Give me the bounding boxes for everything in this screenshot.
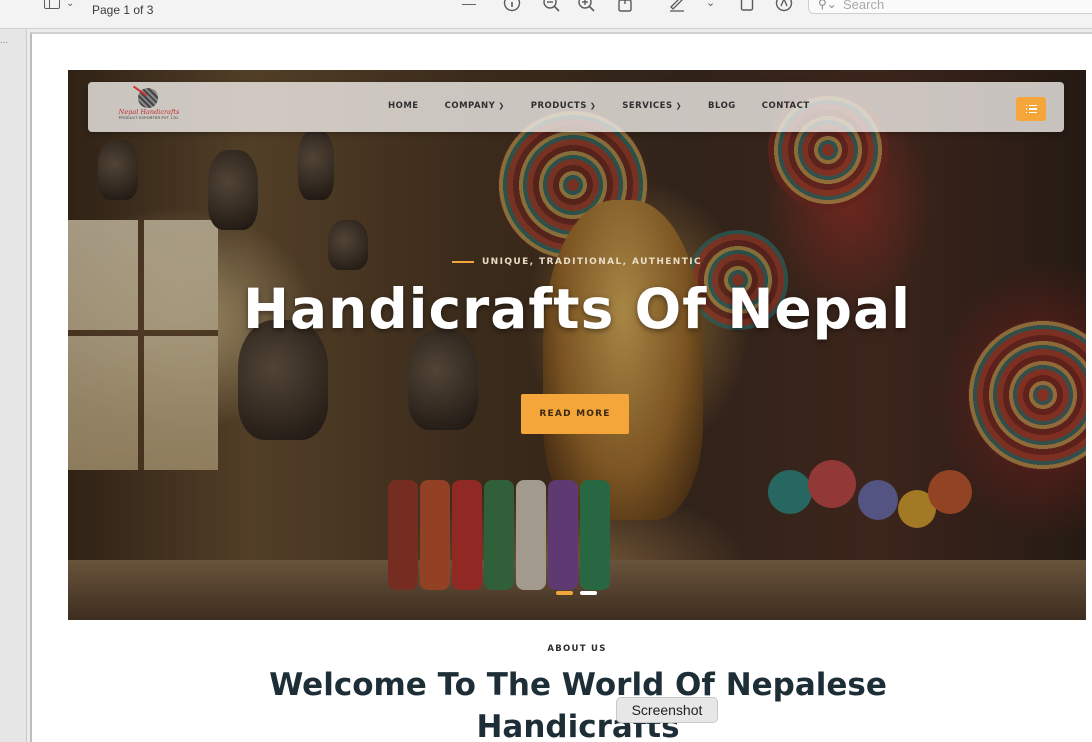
screenshot-tooltip: Screenshot — [616, 697, 718, 723]
sidebar-icon — [44, 0, 60, 9]
zoom-out-icon[interactable] — [542, 0, 560, 12]
search-field[interactable]: ⚲⌄ Search — [808, 0, 1092, 14]
document-page: Nepal Handicrafts PRODUCT EXPORTER PVT. … — [30, 32, 1092, 742]
nav-services-label: SERVICES — [622, 101, 673, 111]
search-placeholder: Search — [843, 0, 885, 12]
rotate-icon[interactable] — [740, 0, 754, 12]
list-icon — [1025, 104, 1037, 114]
nav-blog-label: BLOG — [707, 101, 736, 111]
about-title: Welcome To The World Of Nepalese Handicr… — [269, 667, 887, 742]
hero-tagline: UNIQUE, TRADITIONAL, AUTHENTIC — [68, 257, 1086, 267]
sidebar-toggle-button[interactable]: ⌄ — [44, 0, 84, 12]
info-icon[interactable] — [503, 0, 521, 12]
nav-blog[interactable]: BLOG — [708, 101, 736, 111]
nav-products[interactable]: PRODUCTS ❯ — [531, 101, 597, 111]
nav-company-label: COMPANY — [444, 101, 496, 111]
page-indicator: Page 1 of 3 — [92, 3, 154, 17]
hero-overlay — [68, 70, 1086, 620]
sidebar-dots: ... — [0, 35, 9, 46]
nav-home[interactable]: HOME — [388, 101, 419, 111]
hero-title: Handicrafts Of Nepal — [243, 277, 911, 341]
nav-home-label: HOME — [388, 101, 419, 111]
zoom-in-icon[interactable] — [577, 0, 595, 12]
chevron-down-icon[interactable]: ⌄ — [706, 0, 715, 12]
search-icon: ⚲⌄ — [818, 0, 837, 11]
chevron-down-icon: ⌄ — [66, 0, 75, 9]
site-logo[interactable]: Nepal Handicrafts PRODUCT EXPORTER PVT. … — [116, 85, 182, 126]
read-more-button[interactable]: READ MORE — [521, 394, 629, 434]
nav-products-label: PRODUCTS — [530, 101, 587, 111]
main-menu: HOME COMPANY ❯ PRODUCTS ❯ SERVICES ❯ BLOG C… — [388, 101, 836, 111]
hero-banner: Nepal Handicrafts PRODUCT EXPORTER PVT. … — [68, 70, 1086, 620]
markup-circle-icon[interactable] — [775, 0, 793, 12]
site-navbar: Nepal Handicrafts PRODUCT EXPORTER PVT. … — [88, 82, 1064, 132]
share-icon[interactable] — [617, 0, 633, 12]
slide-dot-2[interactable] — [580, 591, 597, 595]
chevron-down-icon: ❯ — [589, 102, 597, 110]
nav-contact-label: CONTACT — [761, 101, 810, 111]
minus-icon[interactable]: — — [462, 0, 476, 12]
thumbnail-sidebar: ... — [0, 29, 27, 742]
logo-text: Nepal Handicrafts — [118, 108, 180, 116]
menu-toggle-button[interactable] — [1016, 97, 1046, 121]
nav-company[interactable]: COMPANY ❯ — [445, 101, 505, 111]
slide-dot-1[interactable] — [556, 591, 573, 595]
nav-contact[interactable]: CONTACT — [762, 101, 810, 111]
nav-services[interactable]: SERVICES ❯ — [622, 101, 682, 111]
chevron-down-icon: ❯ — [675, 102, 682, 110]
chevron-down-icon: ❯ — [498, 102, 505, 110]
about-label: ABOUT US — [547, 644, 607, 654]
slider-dots — [556, 591, 597, 595]
app-toolbar: ⌄ Page 1 of 3 — ⌄ ⚲⌄ Search — [0, 0, 1092, 29]
markup-pen-icon[interactable] — [668, 0, 686, 12]
logo-subtext: PRODUCT EXPORTER PVT. LTD. — [118, 116, 180, 120]
